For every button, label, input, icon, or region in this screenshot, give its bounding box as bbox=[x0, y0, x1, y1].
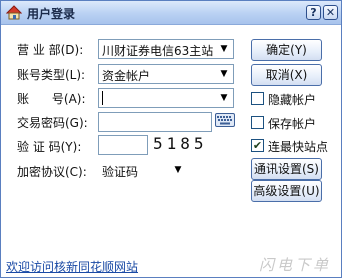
account-type-select[interactable]: 资金帐户 ▼ bbox=[98, 64, 234, 84]
fastest-site-label: 连最快站点 bbox=[268, 140, 329, 154]
branch-label: 营 业 部(D): bbox=[17, 43, 84, 57]
title-bar[interactable]: 用户登录 ? ✕ bbox=[1, 1, 341, 25]
watermark-text: 闪电下单 bbox=[259, 256, 332, 274]
branch-value: 川财证券电信63主站 bbox=[102, 44, 214, 58]
comm-settings-button[interactable]: 通讯设置(S) bbox=[251, 158, 322, 180]
cancel-button[interactable]: 取消(X) bbox=[251, 64, 322, 86]
password-field[interactable] bbox=[98, 112, 212, 132]
app-house-icon bbox=[6, 5, 22, 20]
ok-button[interactable]: 确定(Y) bbox=[251, 39, 322, 61]
hide-account-label: 隐藏帐户 bbox=[268, 93, 317, 107]
save-account-checkbox[interactable] bbox=[251, 116, 264, 129]
account-type-value: 资金帐户 bbox=[102, 69, 151, 83]
account-value bbox=[102, 91, 103, 105]
chevron-down-icon[interactable]: ▼ bbox=[215, 40, 233, 58]
protocol-value: 验证码 bbox=[102, 165, 139, 179]
account-type-label: 账号类型(L): bbox=[17, 68, 86, 82]
website-link[interactable]: 欢迎访问核新同花顺网站 bbox=[6, 258, 138, 275]
hide-account-checkbox[interactable] bbox=[251, 92, 264, 105]
help-button[interactable]: ? bbox=[306, 5, 321, 20]
password-label: 交易密码(G): bbox=[17, 116, 88, 130]
protocol-label: 加密协议(C): bbox=[17, 165, 87, 179]
branch-select[interactable]: 川财证券电信63主站 ▼ bbox=[98, 39, 234, 59]
close-button[interactable]: ✕ bbox=[323, 5, 338, 20]
chevron-down-icon[interactable]: ▼ bbox=[215, 65, 233, 83]
save-account-label: 保存帐户 bbox=[268, 117, 317, 131]
fastest-site-checkbox[interactable]: ✔ bbox=[251, 139, 264, 152]
account-label: 账 号(A): bbox=[17, 92, 86, 106]
captcha-image[interactable]: 5185 bbox=[153, 134, 215, 154]
captcha-field[interactable] bbox=[98, 135, 148, 155]
advanced-settings-button[interactable]: 高级设置(U) bbox=[251, 180, 322, 202]
protocol-select[interactable]: 验证码 ▼ bbox=[98, 160, 188, 180]
chevron-down-icon[interactable]: ▼ bbox=[169, 161, 187, 179]
captcha-label: 验 证 码(Y): bbox=[17, 140, 82, 154]
account-input[interactable]: ▼ bbox=[98, 88, 234, 108]
login-window: 用户登录 ? ✕ 营 业 部(D): 川财证券电信63主站 ▼ 账号类型(L):… bbox=[0, 0, 342, 278]
window-title: 用户登录 bbox=[27, 7, 76, 21]
chevron-down-icon[interactable]: ▼ bbox=[215, 89, 233, 107]
soft-keyboard-icon[interactable] bbox=[215, 113, 235, 127]
